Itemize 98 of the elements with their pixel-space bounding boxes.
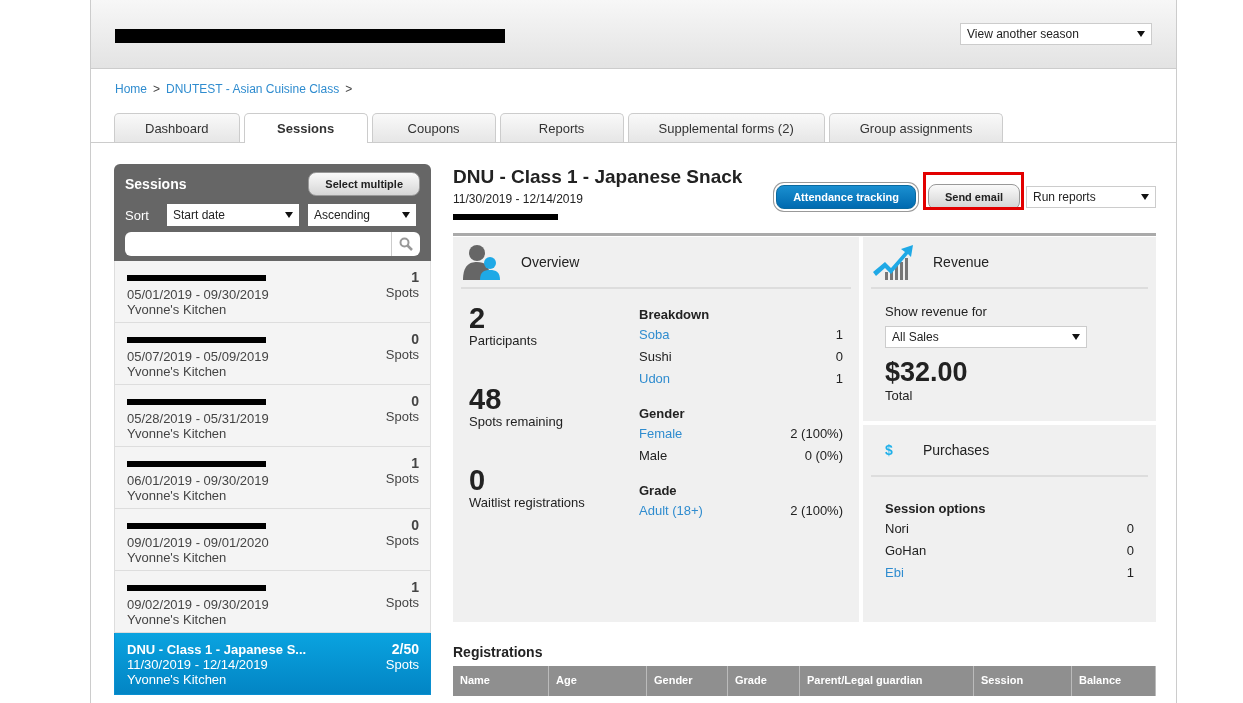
session-dates: 05/01/2019 - 09/30/2019 — [127, 287, 269, 302]
caret-icon — [285, 212, 293, 218]
session-dates: 11/30/2019 - 12/14/2019 — [453, 192, 584, 206]
spots-count: 0 — [410, 332, 419, 347]
stat-label: Spots remaining — [469, 414, 564, 429]
attendance-button[interactable]: Attendance tracking — [776, 185, 916, 209]
session-location: Yvonne's Kitchen — [127, 364, 228, 379]
breadcrumb-separator: > — [153, 82, 161, 96]
caret-icon — [1137, 31, 1145, 37]
option-label: Sushi — [639, 349, 672, 364]
amount-label: Total — [885, 388, 914, 403]
caret-icon — [402, 212, 410, 218]
season-select[interactable]: View another season — [960, 23, 1152, 45]
session-item[interactable]: 09/01/2019 - 09/01/2020 Yvonne's Kitchen 0 Spots — [114, 509, 431, 571]
option-label: GoHan — [885, 543, 927, 558]
select-multiple-button[interactable]: Select multiple — [308, 172, 420, 196]
spots-label: Spots — [385, 657, 419, 672]
session-item[interactable]: 06/01/2019 - 09/30/2019 Yvonne's Kitchen 1 Spots — [114, 447, 431, 509]
session-dates: 05/28/2019 - 05/31/2019 — [127, 411, 269, 426]
session-dates: 05/07/2019 - 05/09/2019 — [127, 349, 269, 364]
revenue-select[interactable]: All Sales — [885, 326, 1087, 348]
panel-title: Revenue — [933, 254, 990, 270]
option-count: 1 — [835, 327, 843, 342]
breadcrumb-separator: > — [345, 82, 353, 96]
tab[interactable]: Coupons — [371, 113, 496, 142]
session-item[interactable]: 05/28/2019 - 05/31/2019 Yvonne's Kitchen 0 Spots — [114, 385, 431, 447]
group-heading: Session options — [885, 501, 987, 516]
session-location: Yvonne's Kitchen — [127, 672, 228, 687]
option-count: 1 — [835, 371, 843, 386]
tab[interactable]: Sessions — [243, 113, 368, 143]
session-dates: 11/30/2019 - 12/14/2019 — [127, 657, 269, 672]
session-dates: 09/01/2019 - 09/01/2020 — [127, 535, 269, 550]
sort-field-select[interactable]: Start date — [167, 204, 299, 226]
tab[interactable]: Reports — [499, 113, 624, 142]
panel-title: Sessions — [125, 176, 187, 192]
stat-label: Waitlist registrations — [469, 495, 586, 510]
spots-label: Spots — [385, 285, 419, 300]
group-heading: Gender — [639, 406, 686, 421]
dollar-icon: $ — [873, 442, 905, 458]
option-count: 0 (0%) — [804, 448, 843, 463]
spots-count: 1 — [410, 580, 419, 595]
session-item[interactable]: DNU - Class 1 - Japanese S... 11/30/2019 - 12/14/2019 Yvonne's Kitchen 2/50 Spots — [114, 633, 431, 695]
spots-count: 0 — [410, 394, 419, 409]
session-location: Yvonne's Kitchen — [127, 426, 228, 441]
chart-arrow-icon — [873, 244, 915, 280]
session-location: Yvonne's Kitchen — [127, 550, 228, 565]
option-label: Male — [639, 448, 668, 463]
reports-select[interactable]: Run reports — [1026, 186, 1156, 208]
breadcrumb-link[interactable]: DNUTEST - Asian Cuisine Class — [166, 82, 340, 96]
sort-label: Sort — [125, 207, 150, 223]
spots-label: Spots — [385, 533, 419, 548]
spots-count: 2/50 — [390, 642, 419, 657]
tab[interactable]: Supplemental forms (2) — [627, 113, 825, 142]
option-count: 0 — [1126, 543, 1134, 558]
section-title: Registrations — [453, 644, 544, 660]
session-dates: 09/02/2019 - 09/30/2019 — [127, 597, 269, 612]
panel-title: Overview — [521, 254, 580, 270]
breadcrumb-link[interactable]: Home — [115, 82, 147, 96]
option-count: 2 (100%) — [790, 426, 843, 441]
spots-count: 1 — [410, 270, 419, 285]
session-item[interactable]: 05/01/2019 - 09/30/2019 Yvonne's Kitchen 1 Spots — [114, 261, 431, 323]
spots-label: Spots — [385, 471, 419, 486]
tab[interactable]: Group assignments — [828, 113, 1004, 142]
stat-label: Participants — [469, 333, 538, 348]
panel-title: Purchases — [923, 442, 990, 458]
email-button[interactable]: Send email — [927, 184, 1020, 210]
spots-count: 0 — [410, 518, 419, 533]
spots-label: Spots — [385, 595, 419, 610]
session-location: Yvonne's Kitchen — [127, 488, 228, 503]
spots-label: Spots — [385, 347, 419, 362]
session-item[interactable]: 05/07/2019 - 05/09/2019 Yvonne's Kitchen 0 Spots — [114, 323, 431, 385]
session-title: DNU - Class 1 - Japanese Snack — [453, 166, 743, 188]
stat-value: 0 — [469, 465, 487, 495]
option-count: 0 — [1126, 521, 1134, 536]
option-count: 1 — [1126, 565, 1134, 580]
caret-icon — [1072, 334, 1080, 340]
session-location: Yvonne's Kitchen — [127, 612, 228, 627]
search-icon[interactable] — [399, 237, 413, 251]
group-heading: Breakdown — [639, 307, 711, 322]
search-field[interactable] — [125, 232, 420, 256]
option-count: 2 (100%) — [790, 503, 843, 518]
sort-order-select[interactable]: Ascending — [308, 204, 416, 226]
caret-icon — [1141, 194, 1149, 200]
filter-label: Show revenue for — [885, 304, 988, 319]
revenue-amount: $32.00 — [885, 357, 969, 388]
people-icon — [463, 244, 503, 280]
spots-count: 1 — [410, 456, 419, 471]
session-dates: 06/01/2019 - 09/30/2019 — [127, 473, 269, 488]
session-location: Yvonne's Kitchen — [127, 302, 228, 317]
spots-label: Spots — [385, 409, 419, 424]
stat-value: 48 — [469, 384, 503, 414]
option-count: 0 — [835, 349, 843, 364]
tab[interactable]: Dashboard — [114, 113, 240, 142]
stat-value: 2 — [469, 303, 487, 333]
session-name: DNU - Class 1 - Japanese S... — [127, 642, 307, 657]
session-item[interactable]: 09/02/2019 - 09/30/2019 Yvonne's Kitchen 1 Spots — [114, 571, 431, 633]
group-heading: Grade — [639, 483, 678, 498]
option-label: Nori — [885, 521, 909, 536]
